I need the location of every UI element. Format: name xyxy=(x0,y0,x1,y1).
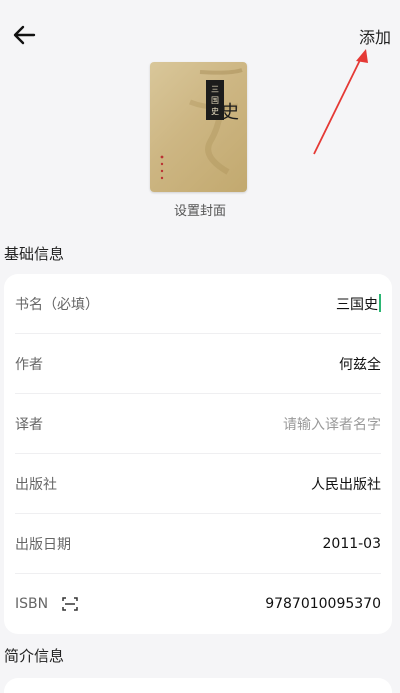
back-button[interactable] xyxy=(10,22,38,48)
field-label: 出版日期 xyxy=(15,536,71,553)
field-translator[interactable]: 译者 请输入译者名字 xyxy=(15,394,381,454)
title-value: 三国史 xyxy=(336,296,378,313)
field-author[interactable]: 作者 何兹全 xyxy=(15,334,381,394)
isbn-label: ISBN xyxy=(15,596,49,612)
svg-text:国: 国 xyxy=(211,96,219,105)
cover-image[interactable]: 三 国 史 史 xyxy=(150,62,247,192)
top-bar: 添加 xyxy=(0,0,400,70)
svg-text:史: 史 xyxy=(221,102,239,123)
field-label-isbn: ISBN xyxy=(15,596,78,612)
field-publisher[interactable]: 出版社 人民出版社 xyxy=(15,454,381,514)
field-label: 出版社 xyxy=(15,476,57,493)
book-cover: 三 国 史 史 xyxy=(150,62,247,192)
set-cover-link[interactable]: 设置封面 xyxy=(0,200,400,219)
title-input[interactable]: 三国史 xyxy=(336,293,381,314)
publisher-input[interactable]: 人民出版社 xyxy=(311,474,381,494)
svg-text:三: 三 xyxy=(211,85,219,94)
publish-date-input[interactable]: 2011-03 xyxy=(323,536,382,552)
basic-info-title: 基础信息 xyxy=(4,245,65,263)
field-label: 作者 xyxy=(15,356,43,373)
intro-info-title: 简介信息 xyxy=(4,647,65,665)
field-label: 书名（必填） xyxy=(15,296,99,313)
field-isbn[interactable]: ISBN 9787010095370 xyxy=(15,574,381,634)
basic-info-card: 书名（必填） 三国史 作者 何兹全 译者 请输入译者名字 出版社 人民出版社 出… xyxy=(4,274,392,634)
cover-art: 三 国 史 史 xyxy=(160,68,243,180)
text-cursor xyxy=(379,293,381,312)
translator-input[interactable]: 请输入译者名字 xyxy=(283,414,381,434)
author-input[interactable]: 何兹全 xyxy=(339,354,381,374)
field-label: 译者 xyxy=(15,416,43,433)
svg-text:史: 史 xyxy=(211,106,219,116)
field-publish-date[interactable]: 出版日期 2011-03 xyxy=(15,514,381,574)
arrow-left-icon xyxy=(13,25,36,45)
intro-info-card xyxy=(4,678,392,693)
isbn-input[interactable]: 9787010095370 xyxy=(265,596,381,612)
field-title[interactable]: 书名（必填） 三国史 xyxy=(15,274,381,334)
add-button[interactable]: 添加 xyxy=(359,24,391,48)
scan-icon[interactable] xyxy=(62,597,78,611)
